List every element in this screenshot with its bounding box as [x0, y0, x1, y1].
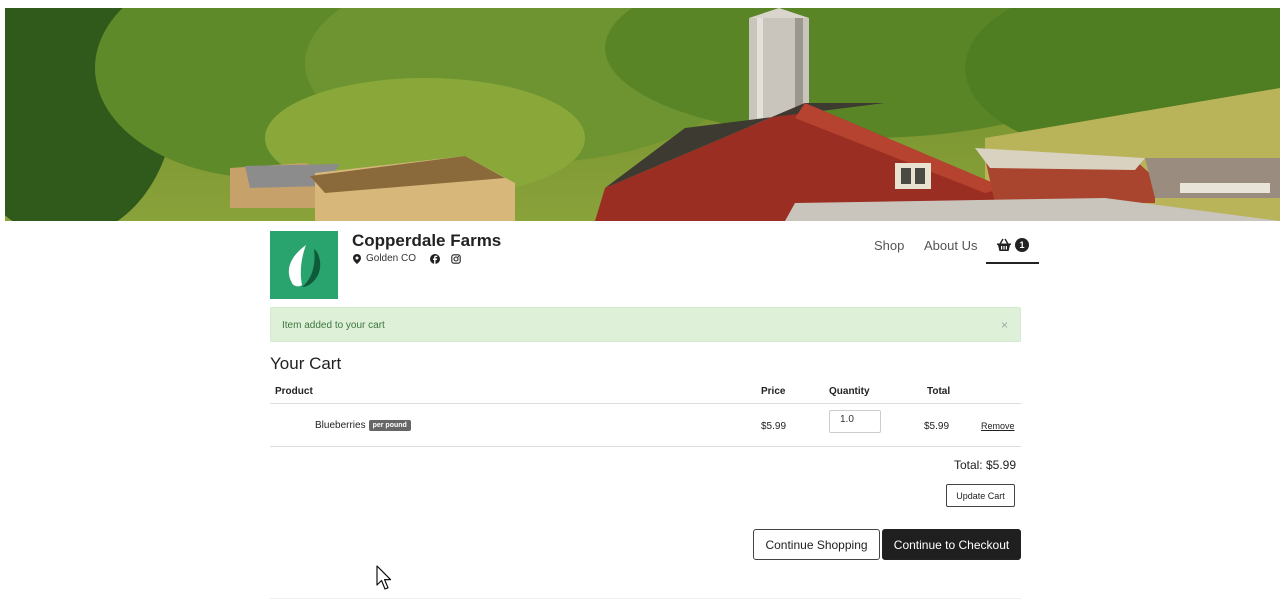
- column-header-product: Product: [275, 386, 313, 397]
- hero-banner: [5, 8, 1280, 221]
- nav-cart-link[interactable]: 1: [986, 231, 1039, 264]
- product-name: Blueberries: [315, 420, 366, 431]
- basket-icon: [996, 238, 1012, 257]
- column-header-total: Total: [927, 386, 951, 397]
- quantity-input[interactable]: [829, 410, 881, 433]
- remove-link[interactable]: Remove: [981, 421, 1015, 431]
- farm-location: Golden CO: [366, 253, 417, 264]
- footer-divider: [270, 598, 1021, 599]
- nav-about-link[interactable]: About Us: [924, 238, 977, 253]
- map-pin-icon: [352, 253, 362, 264]
- farm-banner-image: [5, 8, 1280, 221]
- table-row-divider: [270, 446, 1021, 447]
- column-header-price: Price: [761, 386, 786, 397]
- checkout-button[interactable]: Continue to Checkout: [882, 529, 1021, 560]
- table-row-product: Blueberries per pound: [315, 420, 411, 431]
- item-price: $5.99: [761, 421, 787, 432]
- unit-badge: per pound: [368, 420, 411, 431]
- cart-total: Total: $5.99: [953, 458, 1016, 472]
- column-header-quantity: Quantity: [829, 386, 870, 397]
- alert-message: Item added to your cart: [282, 320, 385, 331]
- facebook-icon[interactable]: [430, 253, 441, 264]
- item-total: $5.99: [924, 421, 950, 432]
- mouse-cursor-icon: [376, 565, 392, 596]
- leaf-icon: [288, 245, 321, 287]
- farm-logo[interactable]: [270, 231, 338, 299]
- instagram-icon[interactable]: [451, 253, 461, 264]
- table-header-divider: [270, 403, 1021, 404]
- update-cart-button[interactable]: Update Cart: [946, 484, 1015, 507]
- farm-meta: Golden CO: [352, 253, 461, 264]
- farm-name: Copperdale Farms: [352, 231, 502, 250]
- cart-count-badge: 1: [1015, 238, 1029, 252]
- nav-shop-link[interactable]: Shop: [874, 238, 904, 253]
- cart-title: Your Cart: [270, 354, 342, 373]
- continue-shopping-button[interactable]: Continue Shopping: [753, 529, 880, 560]
- close-icon[interactable]: ×: [1001, 318, 1008, 332]
- success-alert: Item added to your cart ×: [270, 307, 1021, 342]
